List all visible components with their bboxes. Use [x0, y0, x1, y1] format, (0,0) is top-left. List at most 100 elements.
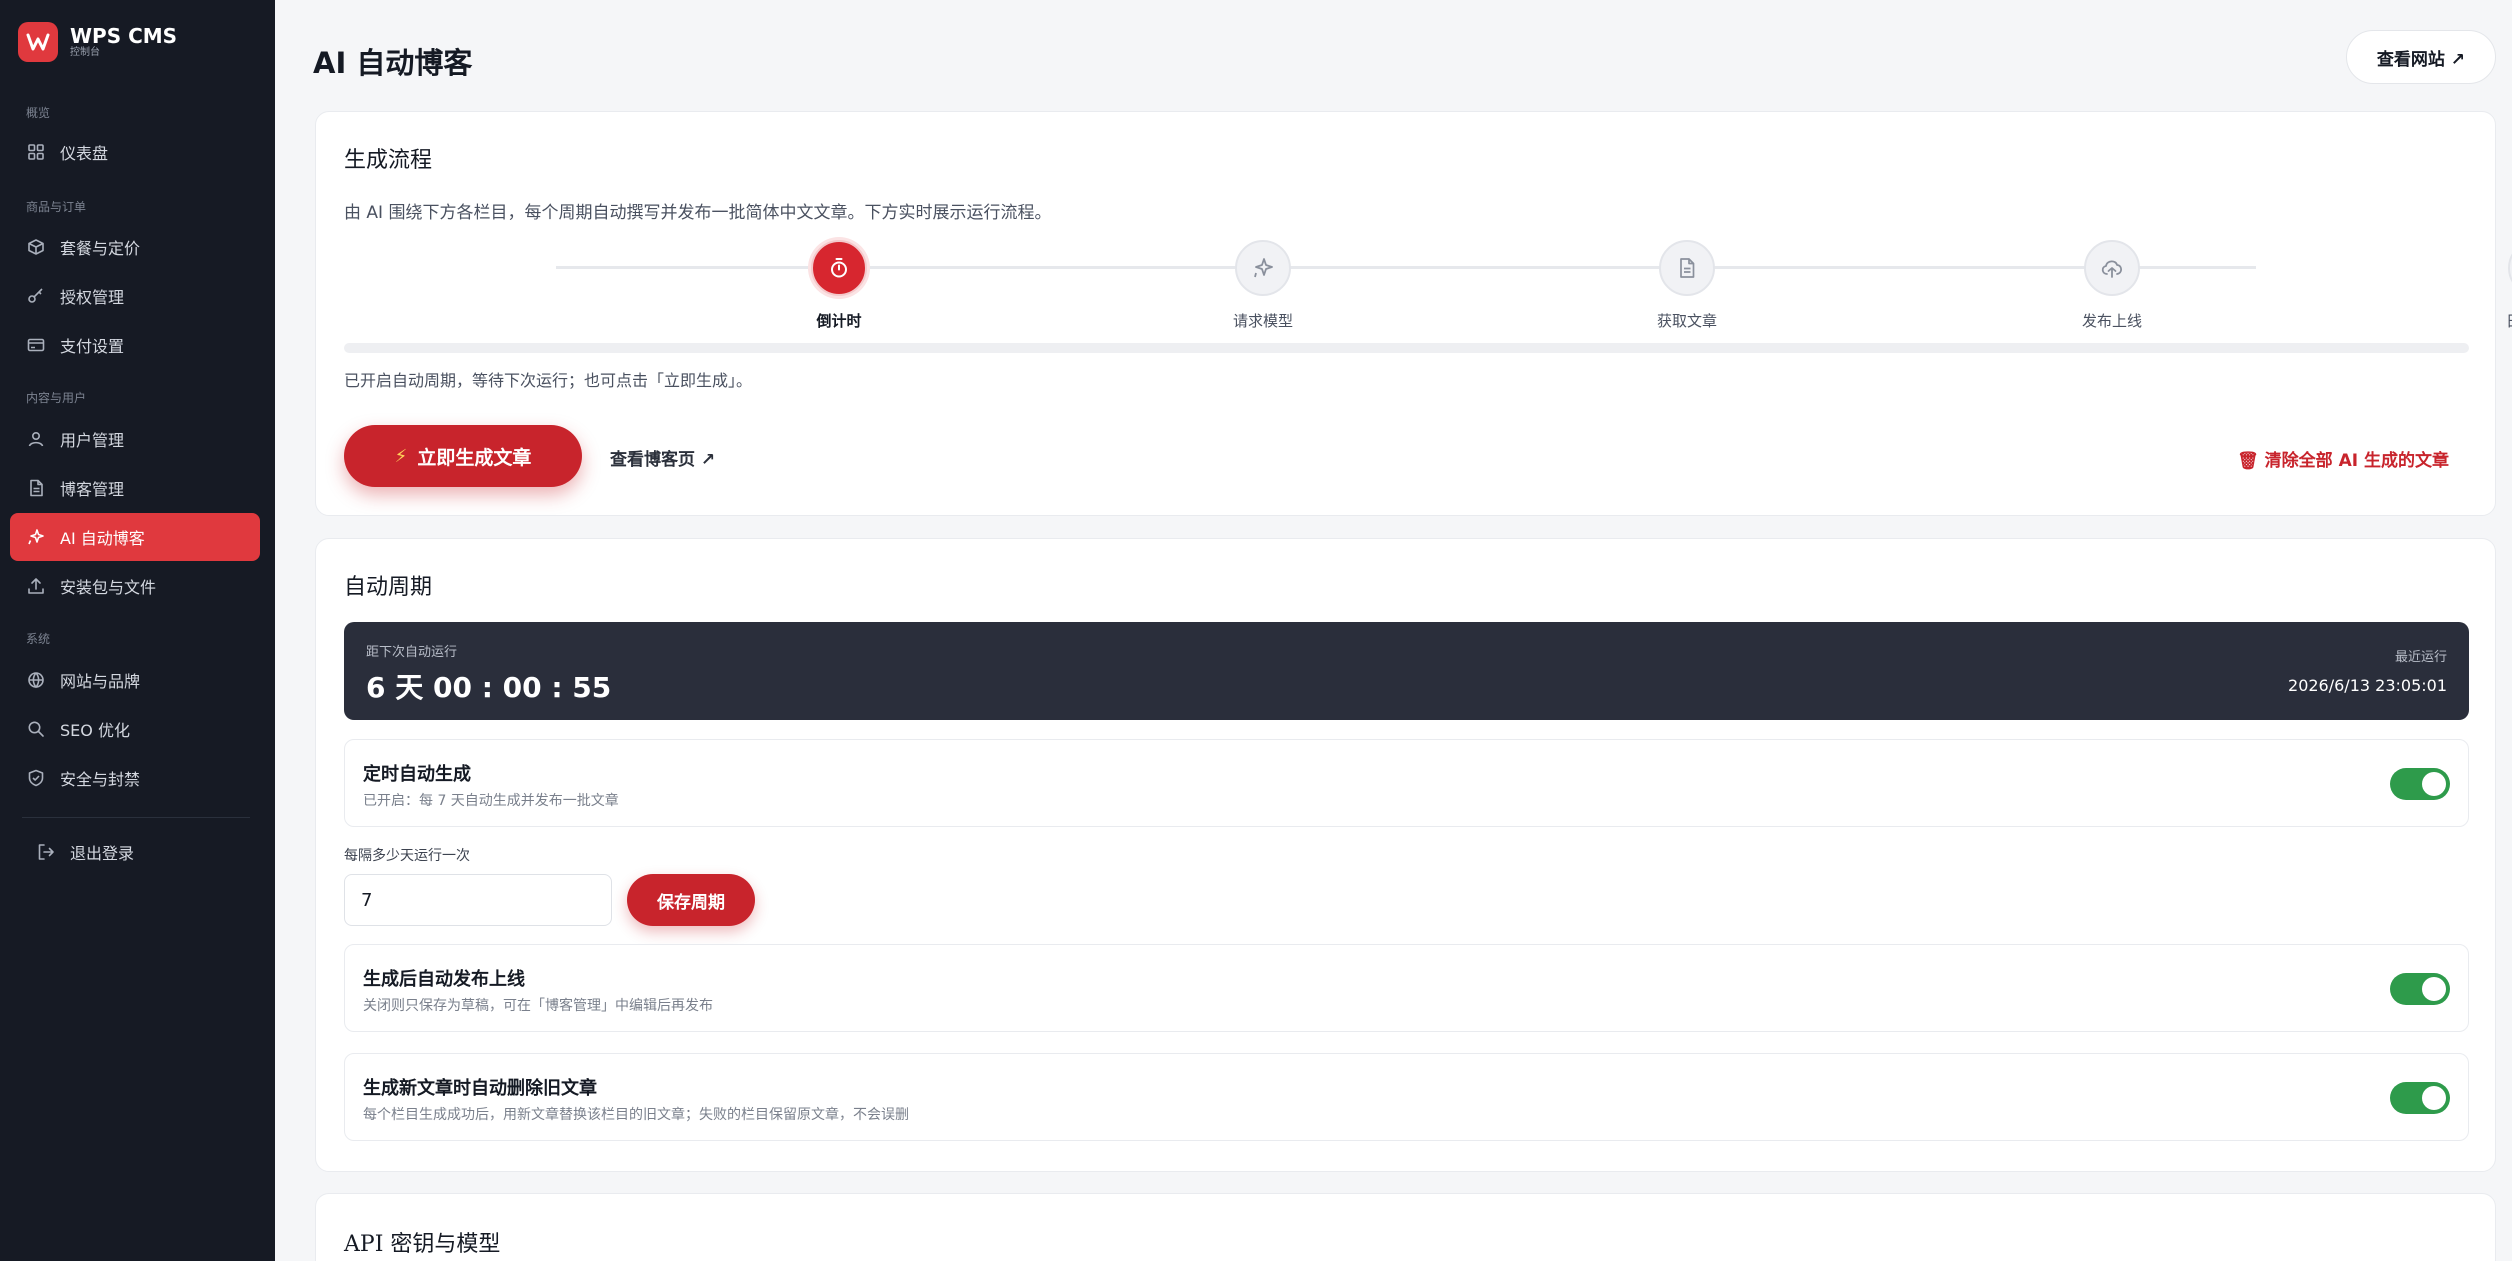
scheduled-generation-toggle[interactable] — [2390, 768, 2450, 800]
search-icon — [26, 719, 46, 739]
logout-button[interactable]: 退出登录 — [20, 828, 270, 876]
pipeline-card: 生成流程 由 AI 围绕下方各栏目，每个周期自动撰写并发布一批简体中文文章。下方… — [315, 111, 2512, 516]
step-request-model: 请求模型 — [1203, 240, 1323, 331]
sidebar-item-blog[interactable]: 博客管理 — [10, 464, 260, 512]
shield-icon — [26, 768, 46, 788]
list-doc-icon — [2508, 240, 2512, 296]
setting-subtitle: 每个栏目生成成功后，用新文章替换该栏目的旧文章；失败的栏目保留原文章，不会误删 — [363, 1107, 909, 1123]
view-site-button[interactable]: 查看网站 ↗ — [2345, 30, 2496, 84]
schedule-card: 自动周期 距下次自动运行 6 天 00 : 00 : 55 最近运行 2026/… — [315, 538, 2496, 1172]
sidebar-item-label: 支付设置 — [60, 337, 125, 356]
main-content: AI 自动博客 查看网站 ↗ 生成流程 由 AI 围绕下方各栏目，每个周期自动撰… — [275, 0, 2512, 1261]
sidebar-item-label: 用户管理 — [60, 431, 125, 450]
step-fetch-article: 获取文章 — [1627, 240, 1747, 331]
countdown-panel: 距下次自动运行 6 天 00 : 00 : 55 最近运行 2026/6/13 … — [344, 622, 2469, 720]
stopwatch-icon — [811, 240, 867, 296]
sidebar-item-label: 仪表盘 — [60, 144, 109, 163]
nav-group-system: 系统 — [26, 632, 51, 646]
countdown-value: 6 天 00 : 00 : 55 — [366, 671, 612, 704]
setting-title: 生成后自动发布上线 — [363, 969, 525, 990]
api-title: API 密钥与模型 — [344, 1232, 501, 1257]
page-title: AI 自动博客 — [313, 46, 473, 80]
sidebar-item-ai-blog[interactable]: AI 自动博客 — [10, 513, 260, 561]
sidebar-item-licenses[interactable]: 授权管理 — [10, 272, 260, 320]
interval-days-input[interactable]: 7 — [344, 874, 612, 926]
toggle-knob — [2422, 772, 2446, 796]
brand[interactable]: WPS CMS 控制台 — [18, 22, 177, 62]
countdown-label: 距下次自动运行 — [366, 645, 458, 660]
sidebar-item-label: AI 自动博客 — [60, 529, 145, 548]
nav-group-products: 商品与订单 — [26, 200, 87, 214]
cloud-upload-icon — [2084, 240, 2140, 296]
sidebar-item-dashboard[interactable]: 仪表盘 — [10, 128, 260, 176]
step-label: 发布上线 — [2081, 312, 2142, 330]
sidebar-item-label: 安装包与文件 — [60, 578, 157, 597]
pipeline-title: 生成流程 — [344, 148, 433, 173]
clear-ai-articles-button[interactable]: 🗑 清除全部 AI 生成的文章 — [2237, 446, 2449, 471]
save-interval-button[interactable]: 保存周期 — [627, 874, 755, 926]
user-icon — [26, 429, 46, 449]
step-log-update: 日志更新 — [2476, 240, 2512, 331]
sidebar-item-label: 安全与封禁 — [60, 770, 141, 789]
sidebar-item-payments[interactable]: 支付设置 — [10, 321, 260, 369]
dashboard-grid-icon — [26, 142, 46, 162]
setting-subtitle: 已开启：每 7 天自动生成并发布一批文章 — [363, 793, 619, 809]
logout-label: 退出登录 — [70, 844, 135, 863]
nav-group-content: 内容与用户 — [26, 391, 87, 405]
setting-scheduled-generation: 定时自动生成 已开启：每 7 天自动生成并发布一批文章 — [344, 739, 2469, 827]
sidebar-item-plans[interactable]: 套餐与定价 — [10, 223, 260, 271]
sidebar: WPS CMS 控制台 概览 仪表盘 商品与订单 套餐与定价 授权管理 支付设置… — [0, 0, 275, 1261]
sidebar-item-users[interactable]: 用户管理 — [10, 415, 260, 463]
interval-label: 每隔多少天运行一次 — [344, 848, 470, 864]
brand-name: WPS CMS — [70, 24, 178, 48]
sidebar-divider — [22, 817, 250, 818]
step-countdown: 倒计时 — [779, 240, 899, 331]
sidebar-item-site-brand[interactable]: 网站与品牌 — [10, 656, 260, 704]
sparkles-icon — [26, 527, 46, 547]
last-run-value: 2026/6/13 23:05:01 — [2288, 676, 2447, 695]
schedule-title: 自动周期 — [344, 575, 433, 600]
sidebar-item-label: 授权管理 — [60, 288, 125, 307]
toggle-knob — [2422, 1086, 2446, 1110]
step-label: 请求模型 — [1232, 312, 1293, 330]
step-label: 倒计时 — [816, 312, 862, 330]
sidebar-item-label: SEO 优化 — [60, 721, 130, 740]
sidebar-item-label: 博客管理 — [60, 480, 125, 499]
pipeline-description: 由 AI 围绕下方各栏目，每个周期自动撰写并发布一批简体中文文章。下方实时展示运… — [344, 203, 1052, 223]
document-icon — [26, 478, 46, 498]
last-run-label: 最近运行 — [2394, 650, 2447, 665]
setting-title: 生成新文章时自动删除旧文章 — [363, 1078, 597, 1099]
setting-title: 定时自动生成 — [363, 764, 471, 785]
toggle-knob — [2422, 977, 2446, 1001]
document-icon — [1659, 240, 1715, 296]
setting-subtitle: 关闭则只保存为草稿，可在「博客管理」中编辑后再发布 — [363, 998, 713, 1014]
generate-now-button[interactable]: ⚡ 立即生成文章 — [344, 425, 582, 487]
key-icon — [26, 286, 46, 306]
sidebar-item-security[interactable]: 安全与封禁 — [10, 754, 260, 802]
generate-now-label: 立即生成文章 — [417, 446, 532, 469]
delete-old-toggle[interactable] — [2390, 1082, 2450, 1114]
setting-auto-publish: 生成后自动发布上线 关闭则只保存为草稿，可在「博客管理」中编辑后再发布 — [344, 944, 2469, 1032]
pipeline-status: 已开启自动周期，等待下次运行；也可点击「立即生成」。 — [344, 371, 753, 390]
lightning-icon: ⚡ — [394, 445, 408, 467]
box-icon — [26, 237, 46, 257]
logout-icon — [36, 842, 56, 862]
globe-icon — [26, 670, 46, 690]
sparkles-icon — [1235, 240, 1291, 296]
pipeline-progress-bar — [344, 343, 2469, 353]
step-label: 日志更新 — [2476, 310, 2512, 331]
view-blog-link[interactable]: 查看博客页 ↗ — [610, 445, 715, 470]
step-label: 获取文章 — [1656, 312, 1717, 330]
setting-delete-old: 生成新文章时自动删除旧文章 每个栏目生成成功后，用新文章替换该栏目的旧文章；失败… — [344, 1053, 2469, 1141]
step-publish: 发布上线 — [2052, 240, 2172, 331]
sidebar-item-downloads[interactable]: 安装包与文件 — [10, 562, 260, 610]
auto-publish-toggle[interactable] — [2390, 973, 2450, 1005]
credit-card-icon — [26, 335, 46, 355]
upload-icon — [26, 576, 46, 596]
nav-group-overview: 概览 — [26, 106, 51, 120]
sidebar-item-label: 网站与品牌 — [60, 672, 141, 691]
api-card: API 密钥与模型 — [315, 1193, 2496, 1261]
wps-logo-icon — [18, 22, 58, 62]
sidebar-item-label: 套餐与定价 — [60, 239, 141, 258]
sidebar-item-seo[interactable]: SEO 优化 — [10, 705, 260, 753]
